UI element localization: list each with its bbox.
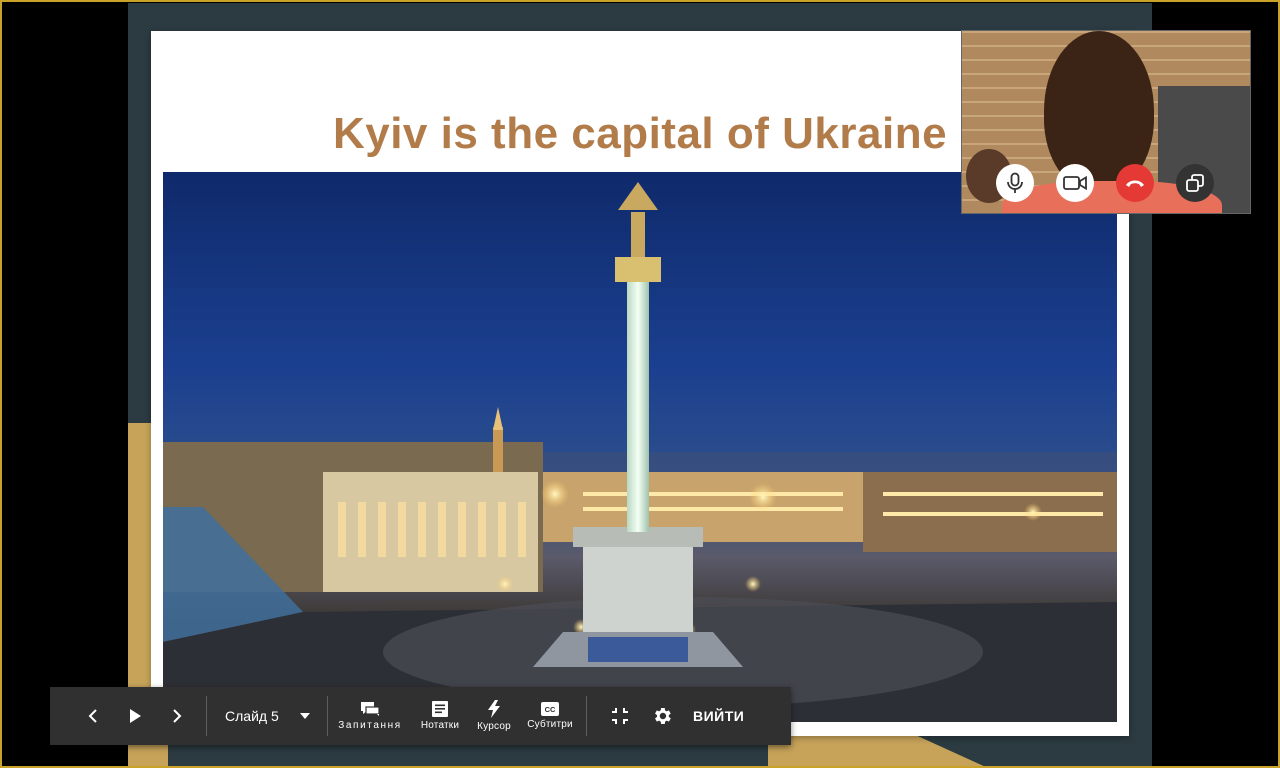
play-icon bbox=[130, 709, 141, 723]
previous-slide-button[interactable] bbox=[72, 687, 114, 745]
captions-button[interactable]: CC Субтитри bbox=[520, 687, 580, 745]
microphone-button[interactable] bbox=[996, 164, 1034, 202]
microphone-icon bbox=[1007, 172, 1023, 193]
exit-button[interactable]: ВИЙТИ bbox=[693, 708, 744, 724]
presentation-toolbar: Слайд 5 Запитання Нотатки Курсор CC Субт… bbox=[50, 687, 791, 745]
pop-out-button[interactable] bbox=[1176, 164, 1214, 202]
video-camera-icon bbox=[1063, 175, 1087, 191]
questions-label: Запитання bbox=[338, 720, 402, 731]
slide-selector-label: Слайд 5 bbox=[225, 708, 279, 724]
questions-button[interactable]: Запитання bbox=[328, 687, 412, 745]
notes-button[interactable]: Нотатки bbox=[412, 687, 468, 745]
video-call-window[interactable] bbox=[961, 30, 1251, 214]
end-call-button[interactable] bbox=[1116, 164, 1154, 202]
pointer-label: Курсор bbox=[477, 721, 511, 732]
exit-fullscreen-icon bbox=[612, 708, 628, 724]
notes-icon bbox=[432, 701, 448, 717]
laser-pointer-icon bbox=[488, 700, 500, 718]
notes-label: Нотатки bbox=[420, 720, 460, 731]
caret-down-icon bbox=[299, 713, 310, 719]
pop-out-icon bbox=[1186, 174, 1204, 192]
svg-text:CC: CC bbox=[545, 705, 556, 714]
questions-icon bbox=[361, 702, 380, 716]
toolbar-divider bbox=[586, 696, 587, 736]
settings-button[interactable] bbox=[641, 687, 683, 745]
chevron-right-icon bbox=[173, 709, 182, 723]
slide-selector[interactable]: Слайд 5 bbox=[207, 687, 327, 745]
chevron-left-icon bbox=[88, 709, 97, 723]
pointer-button[interactable]: Курсор bbox=[468, 687, 520, 745]
slide-photo bbox=[163, 172, 1117, 722]
play-button[interactable] bbox=[114, 687, 156, 745]
next-slide-button[interactable] bbox=[156, 687, 198, 745]
kyiv-square-photo bbox=[163, 182, 1117, 722]
gear-icon bbox=[655, 708, 671, 724]
phone-hangup-icon bbox=[1126, 180, 1144, 187]
exit-fullscreen-button[interactable] bbox=[599, 687, 641, 745]
camera-button[interactable] bbox=[1056, 164, 1094, 202]
closed-captions-icon: CC bbox=[541, 702, 559, 716]
captions-label: Субтитри bbox=[527, 719, 573, 730]
